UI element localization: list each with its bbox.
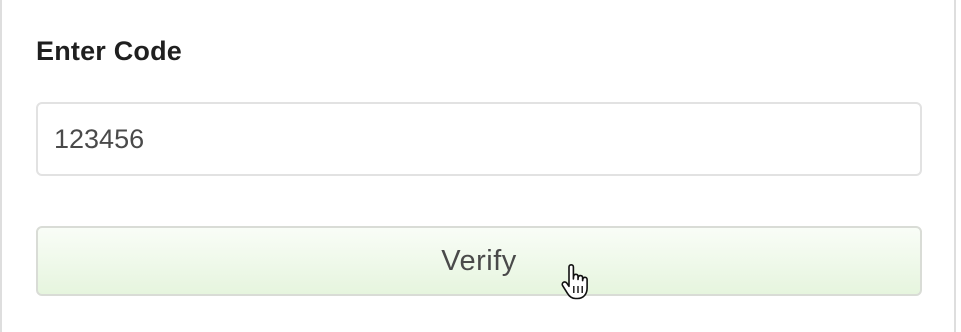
code-input[interactable] — [36, 102, 922, 176]
verify-button[interactable]: Verify — [36, 226, 922, 296]
enter-code-label: Enter Code — [36, 36, 183, 66]
